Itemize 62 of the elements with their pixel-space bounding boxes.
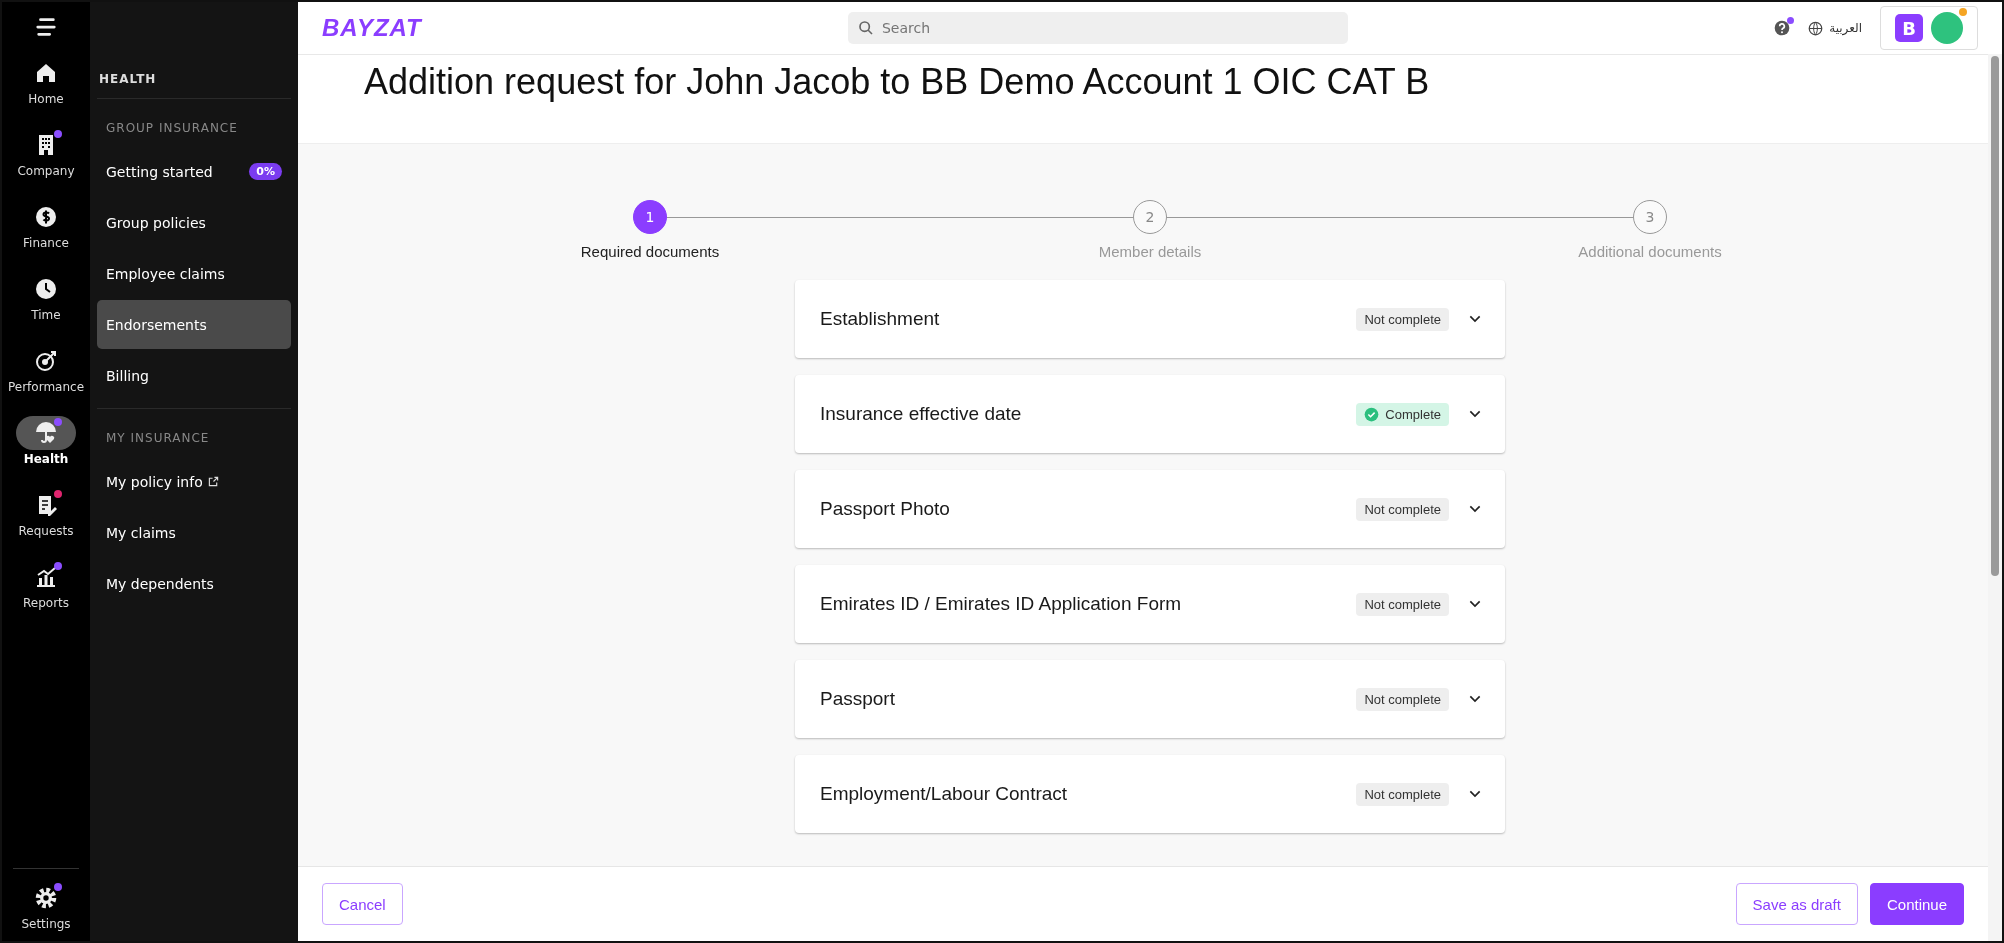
save-draft-button[interactable]: Save as draft	[1735, 883, 1858, 925]
globe-icon[interactable]	[1808, 20, 1824, 36]
status-dot	[1959, 8, 1967, 16]
search-icon	[858, 20, 874, 36]
sidebar-item[interactable]: My policy info	[97, 457, 291, 506]
logo[interactable]: BAYZAT	[322, 14, 422, 42]
status-badge: Complete	[1356, 402, 1449, 426]
rail-nav-item[interactable]: Finance	[16, 200, 76, 250]
help-icon[interactable]	[1774, 20, 1791, 36]
rail-nav-item[interactable]: Performance	[7, 344, 84, 394]
continue-button[interactable]: Continue	[1869, 883, 1964, 925]
document-section[interactable]: Insurance effective date Complete	[795, 375, 1505, 453]
step-label: Member details	[1098, 243, 1202, 260]
sidebar-item[interactable]: Group policies	[97, 198, 291, 247]
sidebar-item[interactable]: Billing	[97, 351, 291, 400]
language-link[interactable]: العربية	[1829, 21, 1862, 35]
step-label: Required documents	[580, 243, 720, 260]
search-field[interactable]: Search	[848, 12, 1348, 44]
rail-nav-item[interactable]: Time	[16, 272, 76, 322]
step-label: Additional documents	[1578, 243, 1722, 260]
chart-icon	[34, 565, 58, 589]
home-icon	[34, 61, 58, 85]
clock-icon	[34, 277, 58, 301]
step-number: 1	[633, 200, 667, 234]
menu-icon[interactable]	[34, 16, 58, 38]
sidebar-item[interactable]: My dependents	[97, 559, 291, 608]
status-badge: Not complete	[1356, 592, 1449, 616]
scrollbar[interactable]	[1988, 54, 2002, 941]
rail-nav-item[interactable]: Requests	[16, 488, 76, 538]
document-section[interactable]: Employment/Labour Contract Not complete	[795, 755, 1505, 833]
status-badge: Not complete	[1356, 307, 1449, 331]
page-title: Addition request for John Jacob to BB Demo Account 1 OIC CAT B	[364, 61, 1430, 103]
dollar-icon	[34, 205, 58, 229]
company-logo: B	[1895, 14, 1923, 42]
settings-icon	[33, 885, 59, 911]
settings-button[interactable]: Settings	[16, 881, 76, 931]
account-switcher[interactable]: B	[1880, 6, 1978, 50]
check-circle-icon	[1364, 406, 1380, 422]
status-badge: Not complete	[1356, 687, 1449, 711]
document-section[interactable]: Emirates ID / Emirates ID Application Form Not complete	[795, 565, 1505, 643]
sidebar-title: HEALTH	[97, 2, 291, 99]
section-heading: GROUP INSURANCE	[105, 120, 239, 137]
rail-nav-item[interactable]: Home	[16, 56, 76, 106]
status-badge: Not complete	[1356, 782, 1449, 806]
target-icon	[34, 349, 58, 373]
document-section[interactable]: Passport Photo Not complete	[795, 470, 1505, 548]
sidebar-item[interactable]: My claims	[97, 508, 291, 557]
progress-badge: 0%	[249, 163, 282, 180]
section-heading: MY INSURANCE	[105, 430, 211, 447]
status-badge: Not complete	[1356, 497, 1449, 521]
step-number: 3	[1633, 200, 1667, 234]
rail-nav-item[interactable]: Company	[16, 128, 76, 178]
sidebar-item[interactable]: Endorsements	[97, 300, 291, 349]
umbrella-heart-icon	[34, 421, 58, 445]
cancel-button[interactable]: Cancel	[322, 883, 403, 925]
document-section[interactable]: Establishment Not complete	[795, 280, 1505, 358]
document-section[interactable]: Passport Not complete	[795, 660, 1505, 738]
step-number: 2	[1133, 200, 1167, 234]
sidebar-item[interactable]: Employee claims	[97, 249, 291, 298]
rail-nav-item[interactable]: Reports	[16, 560, 76, 610]
sidebar-item[interactable]: Getting started 0%	[97, 147, 291, 196]
notification-dot	[1787, 17, 1795, 24]
